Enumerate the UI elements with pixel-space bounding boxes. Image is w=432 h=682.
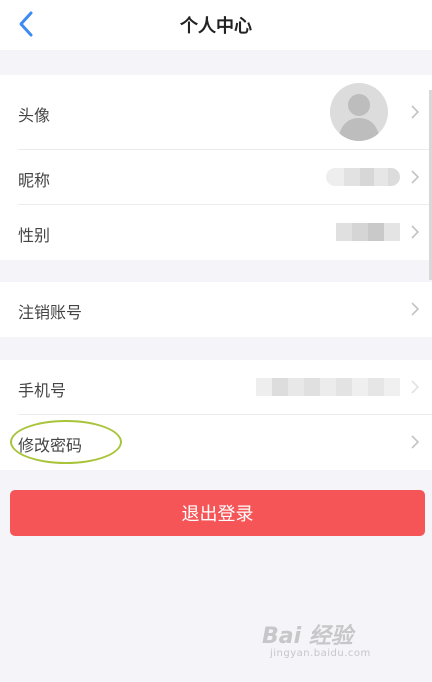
cancel-account-row[interactable]: 注销账号 bbox=[18, 282, 432, 337]
chevron-right-icon bbox=[411, 302, 420, 316]
security-group: 手机号 修改密码 bbox=[0, 360, 432, 470]
page-title: 个人中心 bbox=[180, 16, 252, 37]
nav-bar: 个人中心 bbox=[0, 0, 432, 50]
watermark-text: Bai 经验 bbox=[262, 624, 353, 649]
gender-row[interactable]: 性别 bbox=[18, 205, 432, 260]
phone-row[interactable]: 手机号 bbox=[18, 360, 432, 415]
profile-group: 头像 昵称 性别 bbox=[0, 75, 432, 260]
change-password-row[interactable]: 修改密码 bbox=[18, 415, 432, 470]
chevron-right-icon bbox=[411, 105, 420, 119]
avatar-row[interactable]: 头像 bbox=[18, 75, 432, 150]
chevron-right-icon bbox=[411, 435, 420, 449]
gender-row-label: 性别 bbox=[18, 226, 51, 245]
change-password-label: 修改密码 bbox=[18, 436, 83, 455]
nickname-row[interactable]: 昵称 bbox=[18, 150, 432, 205]
baidu-jingyan-watermark: Bai 经验 jingyan.baidu.com bbox=[262, 618, 412, 668]
watermark-subtext: jingyan.baidu.com bbox=[270, 648, 371, 659]
nickname-value-redacted bbox=[326, 168, 400, 186]
avatar[interactable] bbox=[330, 83, 388, 141]
chevron-right-icon bbox=[411, 170, 420, 184]
logout-button[interactable]: 退出登录 bbox=[10, 490, 425, 536]
gender-value-redacted bbox=[336, 223, 400, 241]
chevron-right-icon bbox=[411, 225, 420, 239]
nickname-row-label: 昵称 bbox=[18, 171, 51, 190]
phone-row-label: 手机号 bbox=[18, 381, 67, 400]
avatar-row-label: 头像 bbox=[18, 106, 51, 125]
phone-value-redacted bbox=[256, 378, 400, 396]
chevron-right-icon bbox=[411, 380, 420, 394]
account-group: 注销账号 bbox=[0, 282, 432, 337]
cancel-account-label: 注销账号 bbox=[18, 303, 83, 322]
avatar-placeholder-icon bbox=[338, 94, 380, 141]
